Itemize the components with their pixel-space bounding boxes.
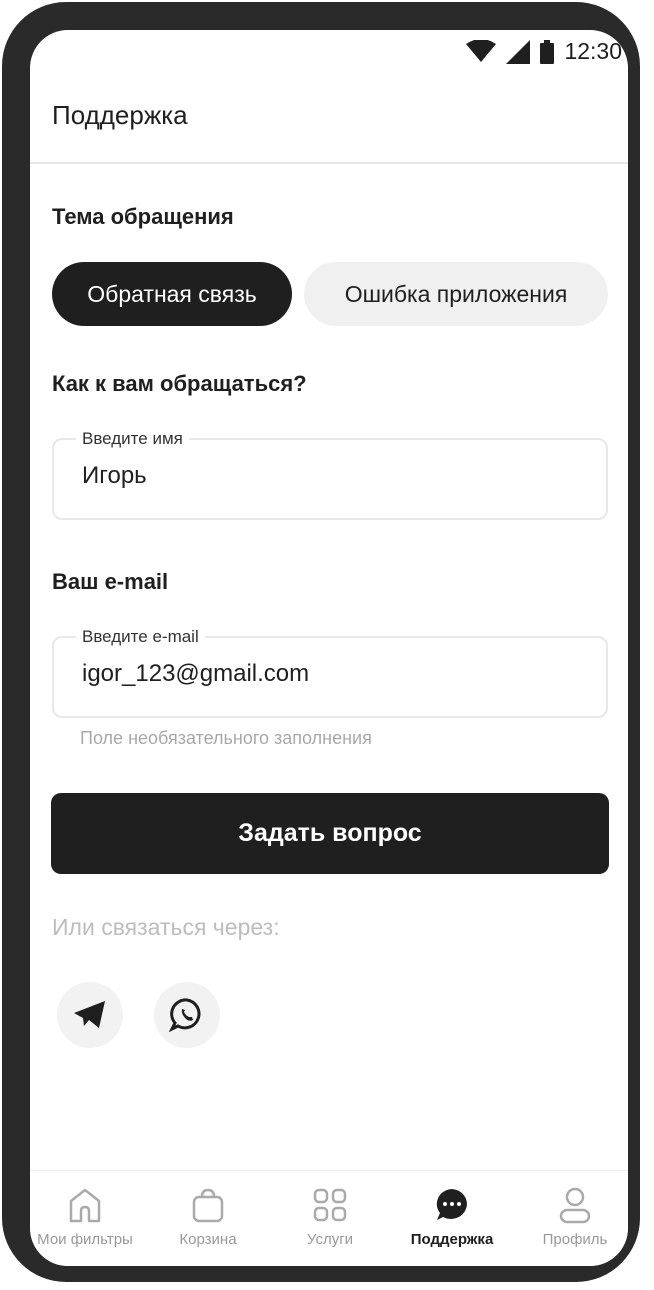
status-icons: 12:30 — [466, 38, 622, 65]
name-field[interactable]: Введите имя — [52, 429, 608, 520]
tab-profile[interactable]: Профиль — [515, 1171, 628, 1266]
status-time: 12:30 — [564, 38, 622, 64]
whatsapp-button[interactable] — [154, 982, 220, 1048]
tab-support[interactable]: Поддержка — [392, 1171, 512, 1266]
tab-label: Корзина — [179, 1231, 237, 1248]
telegram-button[interactable] — [57, 982, 123, 1048]
status-bar: 12:30 — [30, 30, 628, 74]
header-divider — [30, 162, 628, 164]
name-input[interactable] — [82, 462, 582, 490]
profile-icon — [559, 1187, 591, 1224]
wifi-icon — [466, 39, 497, 62]
name-section-title: Как к вам обращаться? — [52, 371, 307, 396]
tab-label: Профиль — [542, 1231, 608, 1248]
page-title: Поддержка — [52, 100, 188, 130]
telegram-icon — [74, 1001, 105, 1028]
contact-via-label: Или связаться через: — [52, 914, 280, 940]
bag-icon — [192, 1188, 224, 1223]
email-hint: Поле необязательного заполнения — [80, 728, 372, 748]
screen: 12:30 Поддержка Тема обращения Обратная … — [30, 30, 628, 1266]
tab-label: Мои фильтры — [37, 1231, 133, 1248]
email-field[interactable]: Введите e-mail — [52, 627, 608, 718]
chat-icon — [436, 1189, 467, 1220]
email-section-title: Ваш e-mail — [52, 569, 169, 594]
whatsapp-icon — [169, 998, 201, 1033]
ask-question-button[interactable]: Задать вопрос — [51, 793, 609, 874]
phone-frame: 12:30 Поддержка Тема обращения Обратная … — [2, 2, 640, 1282]
tab-label: Поддержка — [410, 1231, 494, 1248]
email-input[interactable] — [82, 660, 582, 688]
bottom-nav: Мои фильтры Корзина Услуги Поддержка Про… — [30, 1170, 628, 1266]
email-field-label: Введите e-mail — [76, 627, 205, 647]
chip-app-error[interactable]: Ошибка приложения — [304, 262, 608, 326]
battery-icon — [540, 39, 555, 64]
home-icon — [69, 1188, 101, 1223]
chip-feedback[interactable]: Обратная связь — [52, 262, 292, 326]
grid-icon — [313, 1188, 347, 1222]
tab-cart[interactable]: Корзина — [148, 1171, 268, 1266]
tab-label: Услуги — [306, 1231, 354, 1248]
signal-icon — [506, 39, 531, 64]
topic-title: Тема обращения — [52, 204, 234, 229]
name-field-label: Введите имя — [76, 429, 189, 449]
tab-services[interactable]: Услуги — [270, 1171, 390, 1266]
tab-my-filters[interactable]: Мои фильтры — [30, 1171, 145, 1266]
